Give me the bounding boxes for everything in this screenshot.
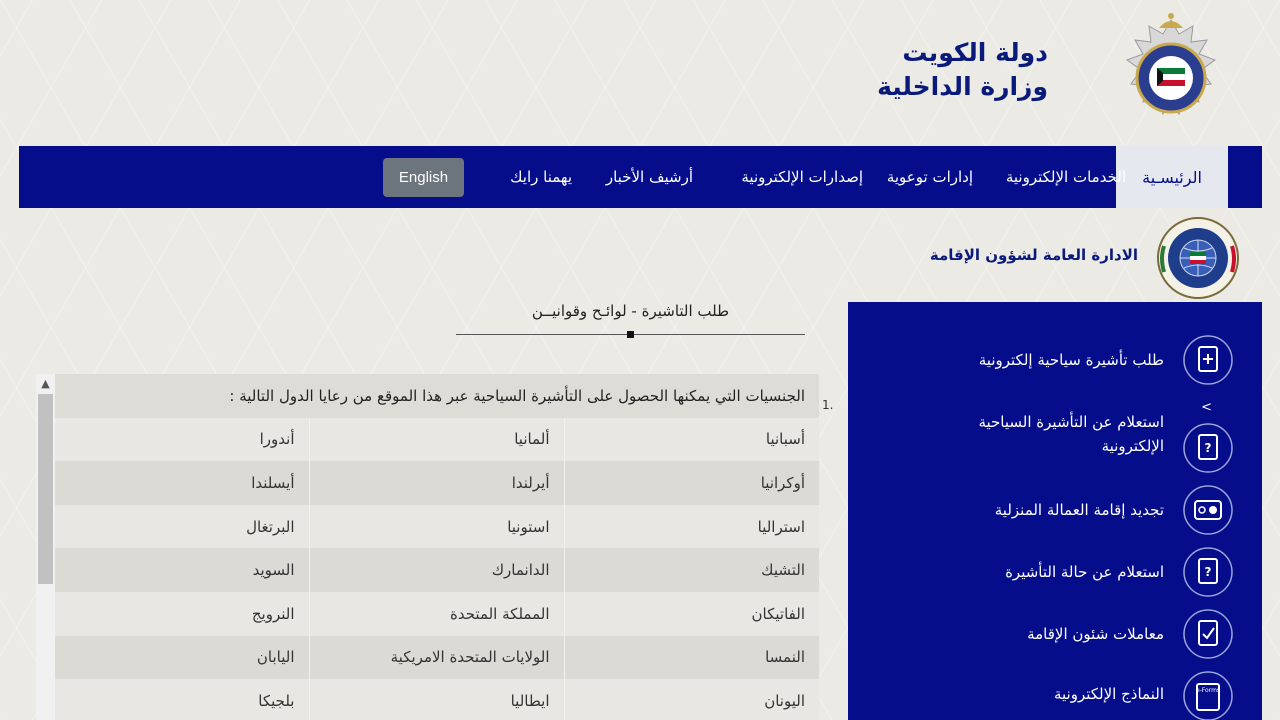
ministry-title: وزارة الداخلية <box>877 72 1048 101</box>
department-title: الادارة العامة لشؤون الإقامة <box>929 246 1138 264</box>
table-cell: أندورا <box>55 417 310 462</box>
table-row: التشيك الدانمارك السويد <box>55 548 819 592</box>
table-header: الجنسيات التي يمكنها الحصول على التأشيرة… <box>55 374 819 418</box>
sidebar-item-label: طلب تأشيرة سياحية إلكترونية <box>978 351 1164 369</box>
list-number: 1. <box>822 398 834 412</box>
table-cell: النرويج <box>55 591 310 636</box>
table-row: اليونان ايطاليا بلجيكا <box>55 679 819 720</box>
table-cell: الولايات المتحدة الامريكية <box>309 635 565 680</box>
sidebar-item-label: استعلام عن التأشيرة السياحية الإلكترونية <box>978 413 1164 455</box>
sidebar-item-label: معاملات شئون الإقامة <box>1027 625 1164 643</box>
table-cell: ألمانيا <box>309 417 565 462</box>
nav-eservices[interactable]: الخدمات الإلكترونية <box>1006 146 1126 208</box>
chevron-right-icon: > <box>1201 400 1212 415</box>
table-row: أسبانيا ألمانيا أندورا <box>55 417 819 462</box>
sidebar-item-residency-transactions[interactable]: معاملات شئون الإقامة <box>848 606 1262 662</box>
sidebar-item-label: النماذج الإلكترونية <box>1053 685 1164 703</box>
scroll-thumb[interactable] <box>38 394 53 584</box>
table-scrollbar[interactable]: ▲ <box>36 374 55 720</box>
table-cell: بلجيكا <box>55 679 310 720</box>
heading-divider-dot <box>627 331 634 338</box>
table-cell: أسبانيا <box>564 417 819 462</box>
table-row: أوكرانيا أيرلندا أيسلندا <box>55 461 819 505</box>
doc-question-icon: ? <box>1183 423 1233 473</box>
site-title: دولة الكويت وزارة الداخلية <box>877 36 1048 104</box>
site-header: دولة الكويت وزارة الداخلية <box>0 0 1280 146</box>
sidebar-item-eforms[interactable]: e-Forms النماذج الإلكترونية <box>848 668 1262 720</box>
sidebar-item-label: تجديد إقامة العمالة المنزلية <box>994 501 1164 519</box>
nav-feedback[interactable]: يهمنا رايك <box>510 146 572 208</box>
table-cell: اليابان <box>55 635 310 680</box>
table-row: استراليا استونيا البرتغال <box>55 504 819 549</box>
table-row: الفاتيكان المملكة المتحدة النرويج <box>55 591 819 636</box>
id-card-icon <box>1183 485 1233 535</box>
table-cell: أيرلندا <box>309 461 565 505</box>
svg-text:?: ? <box>1205 565 1212 579</box>
main-navbar: الرئيسـية الخدمات الإلكترونية إدارات توع… <box>19 146 1262 208</box>
table-cell: أوكرانيا <box>564 461 819 505</box>
svg-text:e-Forms: e-Forms <box>1196 687 1220 694</box>
table-cell: النمسا <box>564 635 819 680</box>
nav-epublications[interactable]: إصدارات الإلكترونية <box>741 146 863 208</box>
table-cell: المملكة المتحدة <box>309 591 565 636</box>
sidebar-item-visa-status-inquiry[interactable]: ? استعلام عن حالة التأشيرة <box>848 544 1262 600</box>
sidebar-item-tourist-visa-inquiry[interactable]: > ? استعلام عن التأشيرة السياحية الإلكتر… <box>848 398 1262 478</box>
page-heading: طلب التاشيرة - لوائـح وقوانيــن <box>531 302 730 320</box>
table-cell: اليونان <box>564 679 819 720</box>
english-language-button[interactable]: English <box>383 158 464 197</box>
nationalities-table: الجنسيات التي يمكنها الحصول على التأشيرة… <box>55 374 819 720</box>
svg-text:?: ? <box>1205 441 1212 455</box>
table-row: النمسا الولايات المتحدة الامريكية اليابا… <box>55 635 819 680</box>
doc-question-icon: ? <box>1183 547 1233 597</box>
nav-home[interactable]: الرئيسـية <box>1116 146 1228 208</box>
doc-check-icon <box>1183 609 1233 659</box>
sidebar-item-tourist-visa-request[interactable]: طلب تأشيرة سياحية إلكترونية <box>848 332 1262 388</box>
sidebar-item-label: استعلام عن حالة التأشيرة <box>1005 563 1164 581</box>
services-sidebar: طلب تأشيرة سياحية إلكترونية > ? استعلام … <box>848 302 1262 720</box>
eforms-icon: e-Forms <box>1183 671 1233 720</box>
table-cell: التشيك <box>564 548 819 592</box>
table-cell: أيسلندا <box>55 461 310 505</box>
table-cell: الدانمارك <box>309 548 565 592</box>
sidebar-item-domestic-residency-renewal[interactable]: تجديد إقامة العمالة المنزلية <box>848 482 1262 538</box>
residency-department-logo <box>1157 217 1239 299</box>
table-cell: الفاتيكان <box>564 591 819 636</box>
table-cell: استونيا <box>309 504 565 549</box>
table-cell: استراليا <box>564 504 819 549</box>
nav-news-archive[interactable]: أرشيف الأخبار <box>606 146 693 208</box>
nav-awareness[interactable]: إدارات توعوية <box>887 146 973 208</box>
table-cell: ايطاليا <box>309 679 565 720</box>
scroll-up-arrow-icon[interactable]: ▲ <box>36 374 55 393</box>
kuwait-police-logo[interactable] <box>1110 8 1232 136</box>
doc-plus-icon <box>1183 335 1233 385</box>
country-title: دولة الكويت <box>902 38 1048 67</box>
table-cell: البرتغال <box>55 504 310 549</box>
table-cell: السويد <box>55 548 310 592</box>
